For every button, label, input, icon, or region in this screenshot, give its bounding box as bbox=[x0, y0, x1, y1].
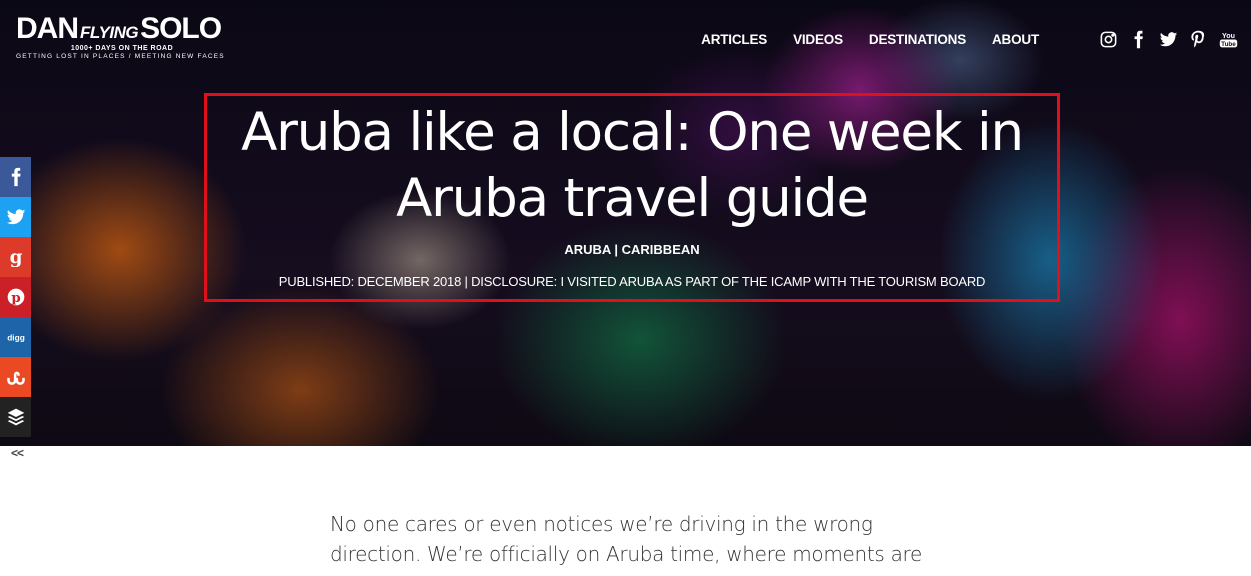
facebook-icon[interactable] bbox=[1129, 30, 1148, 49]
hero-banner: DAN FLYING SOLO 1000+ DAYS ON THE ROAD G… bbox=[0, 0, 1251, 446]
logo-flying: FLYING bbox=[80, 23, 139, 42]
twitter-icon bbox=[6, 209, 25, 225]
site-logo[interactable]: DAN FLYING SOLO 1000+ DAYS ON THE ROAD G… bbox=[16, 14, 228, 61]
article-header-highlight: Aruba like a local: One week in Aruba tr… bbox=[204, 93, 1060, 302]
share-google-plus-button[interactable]: g bbox=[0, 237, 31, 277]
svg-text:Tube: Tube bbox=[1221, 41, 1236, 48]
article-categories[interactable]: ARUBA | CARIBBEAN bbox=[207, 242, 1057, 257]
main-nav: ARTICLES VIDEOS DESTINATIONS ABOUT bbox=[701, 32, 1039, 47]
publish-disclosure: PUBLISHED: DECEMBER 2018 | DISCLOSURE: I… bbox=[278, 274, 986, 289]
share-digg-button[interactable]: digg bbox=[0, 317, 31, 357]
pinterest-icon[interactable] bbox=[1189, 30, 1208, 49]
share-buffer-button[interactable] bbox=[0, 397, 31, 437]
share-sidebar: g p digg bbox=[0, 157, 31, 437]
youtube-icon[interactable]: You Tube bbox=[1219, 30, 1238, 49]
digg-icon: digg bbox=[7, 332, 25, 342]
nav-articles[interactable]: ARTICLES bbox=[701, 32, 767, 47]
svg-text:You: You bbox=[1222, 32, 1235, 40]
facebook-icon bbox=[11, 167, 21, 187]
nav-videos[interactable]: VIDEOS bbox=[793, 32, 843, 47]
twitter-icon[interactable] bbox=[1159, 30, 1178, 49]
share-collapse-toggle[interactable]: << bbox=[11, 446, 24, 460]
share-twitter-button[interactable] bbox=[0, 197, 31, 237]
share-facebook-button[interactable] bbox=[0, 157, 31, 197]
logo-dan: DAN bbox=[16, 12, 79, 45]
logo-tagline-days: 1000+ DAYS ON THE ROAD bbox=[70, 45, 174, 52]
page-title: Aruba like a local: One week in Aruba tr… bbox=[241, 102, 1024, 229]
share-pinterest-button[interactable]: p bbox=[0, 277, 31, 317]
logo-wordmark: DAN FLYING SOLO bbox=[16, 14, 228, 44]
article-paragraph-line: No one cares or even notices we’re drivi… bbox=[330, 512, 873, 536]
article-paragraph-line: direction. We’re officially on Aruba tim… bbox=[330, 542, 923, 566]
nav-destinations[interactable]: DESTINATIONS bbox=[869, 32, 966, 47]
instagram-icon[interactable] bbox=[1099, 30, 1118, 49]
pinterest-icon: p bbox=[7, 288, 24, 306]
svg-text:p: p bbox=[11, 290, 20, 306]
svg-text:digg: digg bbox=[7, 332, 25, 342]
buffer-icon bbox=[7, 408, 24, 426]
svg-text:g: g bbox=[9, 247, 22, 267]
logo-tagline-motto: GETTING LOST IN PLACES / MEETING NEW FAC… bbox=[16, 53, 225, 60]
logo-solo: SOLO bbox=[140, 12, 222, 45]
nav-about[interactable]: ABOUT bbox=[992, 32, 1039, 47]
article-body: No one cares or even notices we’re drivi… bbox=[330, 509, 930, 569]
share-stumbleupon-button[interactable] bbox=[0, 357, 31, 397]
google-plus-icon: g bbox=[9, 247, 22, 267]
header-social-links: You Tube bbox=[1099, 30, 1238, 49]
stumbleupon-icon bbox=[6, 371, 25, 385]
